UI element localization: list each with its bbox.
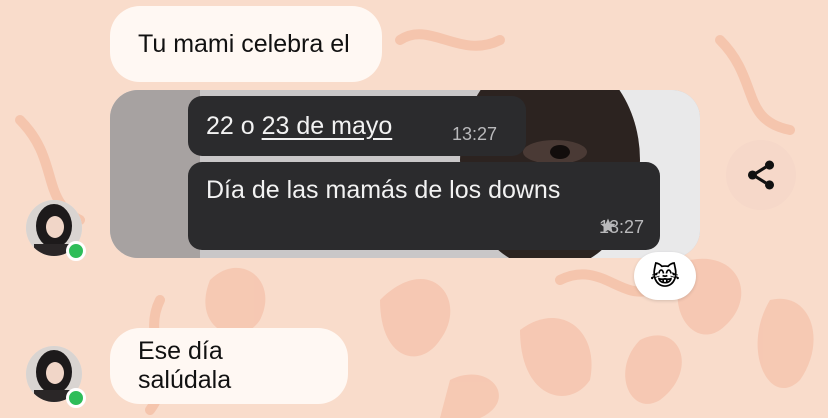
media-message[interactable]: 22 o 23 de mayo 13:27 Día de las mamás d… xyxy=(110,90,700,258)
caption-text: Día de las mamás de los downs xyxy=(206,176,561,204)
date-link[interactable]: 23 de mayo xyxy=(262,112,393,140)
cat-tears-of-joy-icon: 😹 xyxy=(649,260,681,291)
message-text: Tu mami celebra el xyxy=(138,29,350,58)
date-prefix-text: 22 o xyxy=(206,112,262,140)
message-text: Ese día salúdala xyxy=(138,337,232,394)
message-bubble[interactable]: Ese día salúdala xyxy=(110,328,348,404)
date-text: 22 o 23 de mayo xyxy=(206,112,392,141)
message-meta: 13:27 xyxy=(599,217,644,238)
message-reaction[interactable]: 😹 xyxy=(634,252,696,300)
online-indicator xyxy=(66,388,86,408)
date-message[interactable]: 22 o 23 de mayo 13:27 xyxy=(188,96,526,156)
message-time: 13:27 xyxy=(452,124,498,144)
share-icon xyxy=(747,160,775,190)
share-button[interactable] xyxy=(726,140,796,210)
online-indicator xyxy=(66,241,86,261)
star-icon xyxy=(600,218,616,233)
message-bubble[interactable]: Tu mami celebra el xyxy=(110,6,382,82)
caption-message[interactable]: Día de las mamás de los downs 13:27 xyxy=(188,162,660,250)
